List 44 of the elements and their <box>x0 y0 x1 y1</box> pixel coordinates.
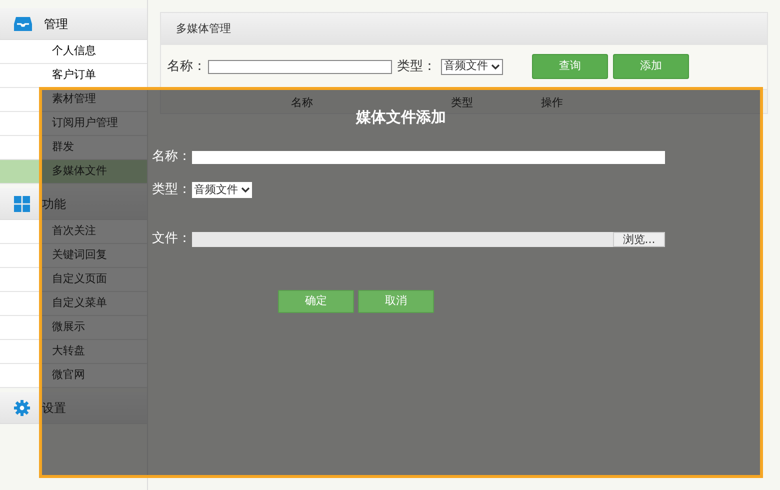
caret-icon <box>241 187 250 193</box>
dialog-button[interactable]: 取消 <box>358 290 434 312</box>
type-select[interactable]: 音频文件 <box>192 182 252 198</box>
sidebar-item[interactable]: 关键词回复 <box>0 244 147 268</box>
action-button[interactable]: 添加 <box>613 54 689 79</box>
action-button[interactable]: 查询 <box>532 54 608 79</box>
sidebar-item[interactable]: 微官网 <box>0 364 147 388</box>
settings-icon <box>14 400 30 416</box>
dialog-title: 媒体文件添加 <box>356 107 446 128</box>
sidebar-item[interactable]: 自定义菜单 <box>0 292 147 316</box>
sidebar-item[interactable]: 自定义页面 <box>0 268 147 292</box>
name-input-field[interactable] <box>192 150 665 164</box>
column-header: 名称 <box>290 95 314 112</box>
sidebar-section[interactable]: 功能 <box>0 188 147 220</box>
sidebar-item[interactable]: 客户订单 <box>0 64 147 88</box>
sidebar-section[interactable]: 管理 <box>0 8 147 40</box>
file-path-field[interactable] <box>192 232 613 246</box>
field-label: 类型： <box>152 181 192 200</box>
field-label: 文件： <box>152 230 192 248</box>
section-label: 设置 <box>42 400 66 416</box>
browse-button[interactable]: 浏览... <box>613 232 665 246</box>
sidebar-item[interactable]: 首次关注 <box>0 220 147 244</box>
panel-title: 多媒体管理 <box>176 20 231 37</box>
dialog-button[interactable]: 确定 <box>278 290 354 312</box>
column-header: 类型 <box>451 95 474 112</box>
inbox-icon <box>14 16 32 32</box>
sidebar-item[interactable]: 多媒体文件 <box>0 160 147 184</box>
grid-icon <box>14 196 30 212</box>
type-select[interactable]: 音频文件 <box>441 58 503 74</box>
name-input-field[interactable] <box>208 60 392 74</box>
sidebar-item[interactable]: 订阅用户管理 <box>0 112 147 136</box>
caret-icon <box>491 64 500 70</box>
section-label: 功能 <box>42 196 66 212</box>
column-header: 操作 <box>541 95 564 112</box>
sidebar-item[interactable]: 个人信息 <box>0 40 147 64</box>
sidebar-item[interactable]: 微展示 <box>0 316 147 340</box>
sidebar-item[interactable]: 大转盘 <box>0 340 147 364</box>
sidebar-item[interactable]: 素材管理 <box>0 88 147 112</box>
section-label: 管理 <box>44 16 68 32</box>
sidebar-item[interactable]: 群发 <box>0 136 147 160</box>
sidebar-section[interactable]: 设置 <box>0 392 147 424</box>
field-label: 类型： <box>397 58 436 76</box>
field-label: 名称： <box>152 148 192 166</box>
field-label: 名称： <box>167 58 206 76</box>
